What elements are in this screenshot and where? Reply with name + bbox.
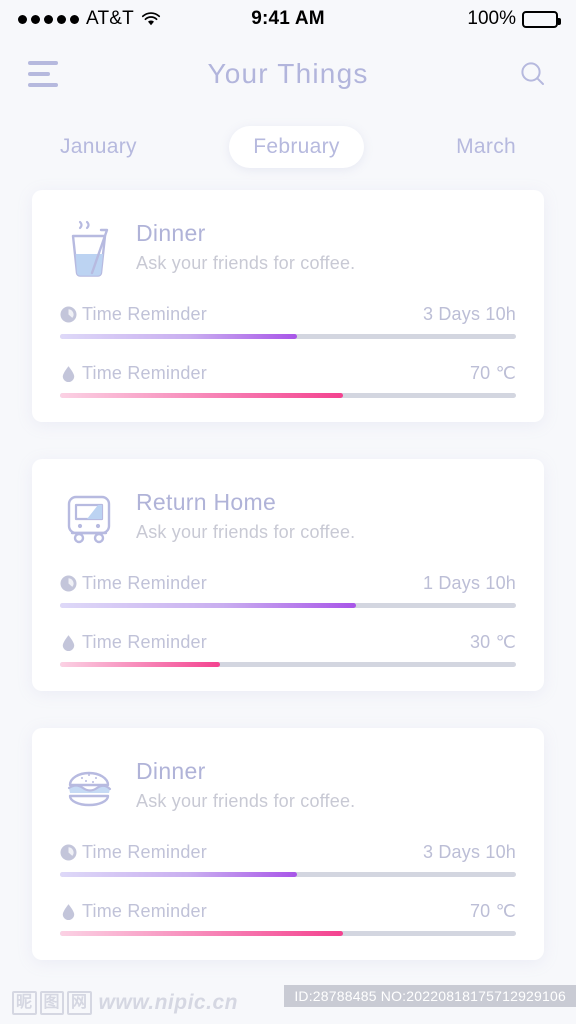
clock-icon (60, 575, 77, 592)
clock-icon (60, 844, 77, 861)
watermark-cn-chars: 昵 图 网 (12, 991, 92, 1015)
progress-fill (60, 931, 343, 936)
signal-strength-dots (18, 14, 79, 24)
progress-fill (60, 393, 343, 398)
metric-label: Time Reminder (82, 842, 207, 862)
progress-track (60, 393, 516, 398)
search-icon[interactable] (518, 59, 548, 89)
card-list: Dinner Ask your friends for coffee. Time… (0, 190, 576, 960)
progress-fill (60, 334, 298, 339)
card-text-block: Dinner Ask your friends for coffee. (136, 220, 355, 274)
progress-fill (60, 872, 298, 877)
progress-track (60, 931, 516, 936)
carrier-label: AT&T (86, 8, 134, 29)
metric-label: Time Reminder (82, 573, 207, 593)
metric-label: Time Reminder (82, 901, 207, 921)
hamburger-menu-icon[interactable] (28, 61, 60, 87)
month-tabs: January February March (0, 110, 576, 190)
list-item[interactable]: Dinner Ask your friends for coffee. Time… (32, 190, 544, 422)
page-title: Your Things (207, 58, 369, 89)
metric-row-time: Time Reminder 1 Days 10h (60, 573, 516, 608)
metric-value: 70 ℃ (469, 363, 516, 383)
card-title: Return Home (136, 489, 277, 515)
watermark-overlay: 昵 图 网 www.nipic.cn ID:28788485 NO:202208… (0, 982, 576, 1024)
card-subtitle: Ask your friends for coffee. (136, 253, 356, 273)
list-item[interactable]: Return Home Ask your friends for coffee.… (32, 459, 544, 691)
water-drop-icon (62, 635, 75, 651)
progress-fill (60, 603, 357, 608)
progress-track (60, 334, 516, 339)
tab-march[interactable]: March (432, 126, 540, 168)
status-bar-right: 100% (325, 8, 561, 30)
card-text-block: Dinner Ask your friends for coffee. (136, 758, 355, 812)
watermark-id-banner: ID:28788485 NO:20220818175712929106 (284, 985, 576, 1007)
card-subtitle: Ask your friends for coffee. (136, 522, 356, 542)
list-item[interactable]: Dinner Ask your friends for coffee. Time… (32, 728, 544, 960)
metric-value: 30 ℃ (469, 632, 516, 652)
progress-track (60, 872, 516, 877)
progress-fill (60, 662, 220, 667)
metric-value: 3 Days 10h (422, 842, 516, 862)
metric-value: 70 ℃ (469, 901, 516, 921)
tab-february[interactable]: February (229, 126, 364, 168)
card-title: Dinner (136, 220, 206, 246)
wifi-icon (141, 11, 161, 25)
watermark-site: www.nipic.cn (98, 991, 238, 1014)
metric-label: Time Reminder (82, 632, 207, 652)
metric-row-temperature: Time Reminder 30 ℃ (60, 632, 516, 667)
metric-row-temperature: Time Reminder 70 ℃ (60, 901, 516, 936)
progress-track (60, 662, 516, 667)
card-header: Dinner Ask your friends for coffee. (60, 216, 516, 278)
status-bar: AT&T 9:41 AM 100% (0, 0, 576, 38)
clock-icon (60, 306, 77, 323)
card-header: Dinner Ask your friends for coffee. (60, 754, 516, 816)
metric-row-time: Time Reminder 3 Days 10h (60, 842, 516, 877)
water-drop-icon (62, 366, 75, 382)
card-title: Dinner (136, 758, 206, 784)
card-subtitle: Ask your friends for coffee. (136, 791, 356, 811)
card-text-block: Return Home Ask your friends for coffee. (136, 489, 355, 543)
tram-icon (67, 495, 111, 544)
metric-row-temperature: Time Reminder 70 ℃ (60, 363, 516, 398)
battery-percent-label: 100% (467, 8, 516, 29)
phone-screen: AT&T 9:41 AM 100% Your Things January Fe… (0, 0, 576, 1024)
metric-row-time: Time Reminder 3 Days 10h (60, 304, 516, 339)
metric-label: Time Reminder (82, 304, 207, 324)
progress-track (60, 603, 516, 608)
drink-glass-icon (71, 220, 109, 277)
hamburger-food-icon (67, 771, 112, 807)
metric-value: 3 Days 10h (422, 304, 516, 324)
app-header: Your Things (0, 38, 576, 110)
water-drop-icon (62, 904, 75, 920)
tab-january[interactable]: January (36, 126, 161, 168)
card-header: Return Home Ask your friends for coffee. (60, 485, 516, 547)
metric-label: Time Reminder (82, 363, 207, 383)
battery-full-icon (522, 10, 561, 28)
clock-time: 9:41 AM (251, 8, 325, 29)
watermark-logo: 昵 图 网 www.nipic.cn (12, 991, 238, 1015)
metric-value: 1 Days 10h (422, 573, 516, 593)
status-bar-left: AT&T (18, 8, 251, 30)
